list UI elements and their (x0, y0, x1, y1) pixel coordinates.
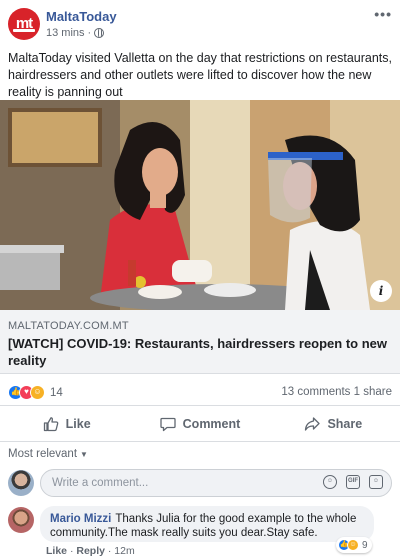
comment-input[interactable]: Write a comment... ☺ GIF ☺ (40, 469, 392, 497)
link-title[interactable]: [WATCH] COVID-19: Restaurants, hairdress… (8, 335, 396, 369)
post-time[interactable]: 13 mins (46, 27, 85, 39)
comment-button[interactable]: Comment (133, 406, 266, 441)
meta-separator: · (87, 27, 92, 39)
comment-placeholder: Write a comment... (52, 477, 149, 489)
info-icon[interactable]: i (370, 280, 392, 302)
comment-bubble: Mario Mizzi Thanks Julia for the good exa… (40, 506, 374, 542)
share-icon (305, 416, 321, 431)
sticker-icon[interactable]: ☺ (369, 475, 383, 489)
post-actions: Like Comment Share (0, 406, 400, 442)
comment-sort-dropdown[interactable]: Most relevant ▼ (8, 448, 88, 460)
engagement-stats: 👍 ♥ ☺ 14 13 comments 1 share (0, 378, 400, 406)
more-options-icon[interactable]: ••• (374, 6, 392, 22)
emoji-icon[interactable]: ☺ (323, 475, 337, 489)
comment-like-link[interactable]: Like (46, 545, 67, 557)
comment-actions-dot: · (69, 545, 74, 557)
restaurant-photo (0, 100, 400, 310)
post-meta: 13 mins · (46, 27, 105, 39)
comment-reactions[interactable]: 👍 ☺ 9 (336, 537, 372, 553)
post-header: mt MaltaToday 13 mins · ••• (0, 0, 400, 44)
comment-reaction-count: 9 (362, 539, 368, 551)
comment-reply-link[interactable]: Reply (76, 545, 105, 557)
thumbs-up-icon (43, 416, 58, 431)
share-count-link[interactable]: 1 share (354, 386, 392, 398)
like-button[interactable]: Like (0, 406, 133, 441)
commenter-avatar[interactable] (8, 507, 34, 533)
comment-count-link[interactable]: 13 comments (281, 386, 350, 398)
comment-input-icons: ☺ GIF ☺ (323, 475, 383, 489)
comments-shares: 13 comments 1 share (281, 386, 392, 398)
sort-label: Most relevant (8, 448, 78, 460)
like-label: Like (65, 416, 91, 431)
current-user-avatar[interactable] (8, 470, 34, 496)
reactions-summary[interactable]: 👍 ♥ ☺ 14 (8, 385, 63, 400)
link-preview-image[interactable]: i (0, 100, 400, 310)
comment-label: Comment (182, 416, 241, 431)
post-text: MaltaToday visited Valletta on the day t… (8, 51, 392, 99)
comment-actions-dot: · (107, 545, 112, 557)
link-preview-box[interactable]: MALTATODAY.COM.MT [WATCH] COVID-19: Rest… (0, 310, 400, 374)
comment-actions: Like · Reply · 12m (46, 545, 135, 557)
share-button[interactable]: Share (267, 406, 400, 441)
page-avatar[interactable]: mt (8, 8, 40, 40)
page-name-link[interactable]: MaltaToday (46, 9, 117, 24)
haha-reaction-icon: ☺ (347, 539, 359, 551)
comment-icon (160, 417, 176, 431)
share-label: Share (327, 416, 363, 431)
gif-icon[interactable]: GIF (346, 475, 360, 489)
reaction-count: 14 (50, 386, 63, 399)
logo-underline (13, 29, 35, 32)
comment-author[interactable]: Mario Mizzi (50, 513, 111, 525)
haha-reaction-icon: ☺ (30, 385, 45, 400)
chevron-down-icon: ▼ (80, 450, 88, 459)
comment-time[interactable]: 12m (114, 545, 134, 557)
link-domain: MALTATODAY.COM.MT (8, 320, 129, 332)
globe-icon (94, 28, 105, 38)
